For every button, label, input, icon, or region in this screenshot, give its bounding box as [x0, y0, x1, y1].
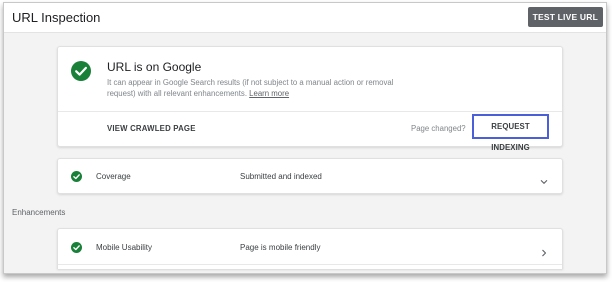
test-live-url-button[interactable]: TEST LIVE URL	[527, 7, 603, 27]
coverage-value: Submitted and indexed	[240, 172, 322, 181]
status-title: URL is on Google	[107, 60, 202, 74]
request-indexing-button[interactable]: REQUEST INDEXING	[472, 114, 549, 152]
top-bar: URL Inspection TEST LIVE URL	[4, 3, 606, 33]
mobile-usability-label: Mobile Usability	[96, 243, 153, 252]
card-divider	[58, 111, 562, 112]
view-crawled-page-button[interactable]: VIEW CRAWLED PAGE	[107, 124, 196, 133]
check-circle-icon	[71, 61, 91, 81]
url-inspection-panel: URL Inspection TEST LIVE URL URL is on G…	[3, 2, 607, 274]
learn-more-link[interactable]: Learn more	[249, 89, 289, 98]
enhancements-heading: Enhancements	[12, 208, 66, 217]
status-description: It can appear in Google Search results (…	[107, 77, 417, 99]
row-divider	[58, 264, 562, 265]
check-circle-icon	[71, 242, 82, 253]
mobile-usability-value: Page is mobile friendly	[240, 243, 321, 252]
page-changed-label: Page changed?	[411, 124, 466, 133]
coverage-row[interactable]: Coverage Submitted and indexed	[57, 158, 563, 194]
coverage-label: Coverage	[96, 172, 131, 181]
mobile-usability-row[interactable]: Mobile Usability Page is mobile friendly	[57, 228, 563, 269]
page-title: URL Inspection	[12, 10, 101, 25]
check-circle-icon	[71, 171, 82, 182]
chevron-down-icon[interactable]	[540, 173, 548, 184]
chevron-right-icon[interactable]	[540, 244, 548, 257]
index-status-card: URL is on Google It can appear in Google…	[57, 46, 563, 152]
